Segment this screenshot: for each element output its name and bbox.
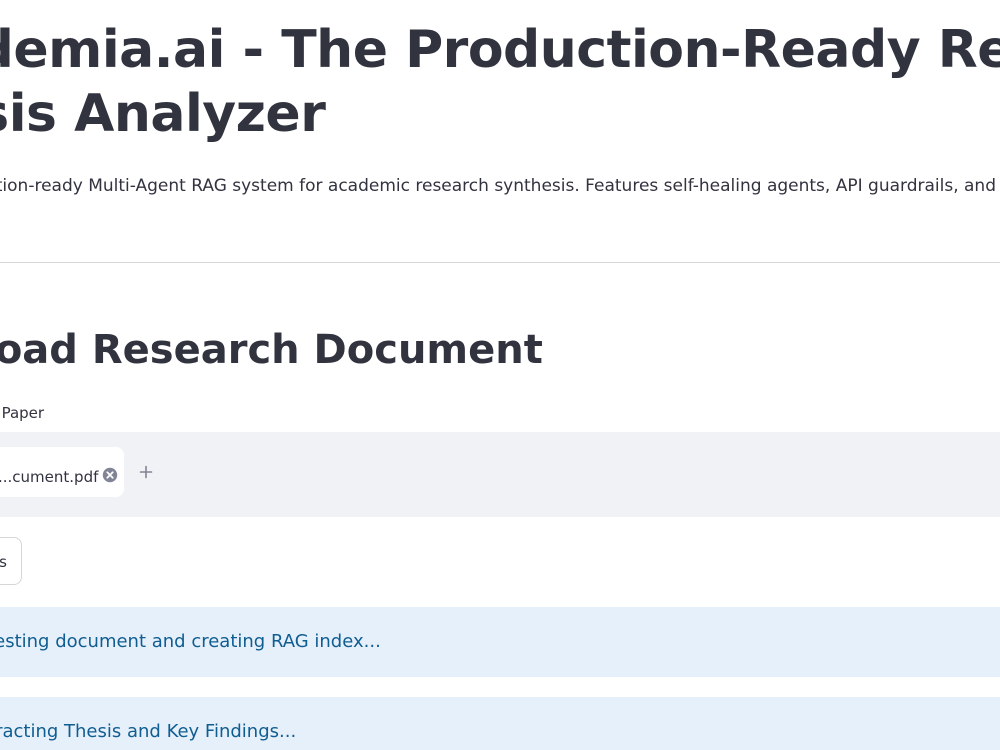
analyze-button[interactable]: s xyxy=(0,537,22,585)
file-dropzone[interactable]: ...cument.pdf xyxy=(0,432,1000,517)
status-alert-text: Ingesting document and creating RAG inde… xyxy=(0,631,381,652)
status-alert-ingesting: Ingesting document and creating RAG inde… xyxy=(0,607,1000,677)
page-title-line-2: Thesis Analyzer xyxy=(0,84,326,144)
close-circle-icon[interactable] xyxy=(102,467,118,483)
status-alert-extracting: Extracting Thesis and Key Findings... xyxy=(0,697,1000,750)
page-title: Academia.ai - The Production-Ready Resea… xyxy=(0,18,1000,146)
status-alert-text: Extracting Thesis and Key Findings... xyxy=(0,721,297,742)
app-page: Academia.ai - The Production-Ready Resea… xyxy=(0,0,1000,750)
uploaded-file-name: ...cument.pdf xyxy=(0,468,99,486)
uploaded-file-chip: ...cument.pdf xyxy=(0,447,124,497)
section-divider xyxy=(0,262,1000,263)
analyze-button-label: s xyxy=(0,553,7,571)
file-uploader-label: Research Paper xyxy=(0,404,45,422)
page-title-line-1: Academia.ai - The Production-Ready Resea… xyxy=(0,20,1000,80)
page-subtitle: A production-ready Multi-Agent RAG syste… xyxy=(0,176,1000,196)
upload-section-heading: Upload Research Document xyxy=(0,327,543,373)
plus-icon[interactable] xyxy=(138,464,154,480)
